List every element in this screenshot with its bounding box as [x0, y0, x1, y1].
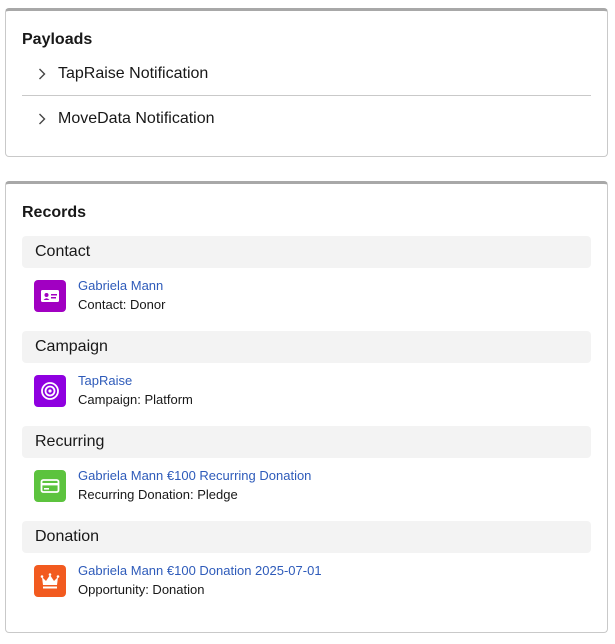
record-row-donation: Gabriela Mann €100 Donation 2025-07-01 O… — [34, 561, 322, 601]
record-row-recurring: Gabriela Mann €100 Recurring Donation Re… — [34, 466, 311, 506]
section-header-contact: Contact — [22, 236, 591, 268]
record-row-contact: Gabriela Mann Contact: Donor — [34, 276, 165, 316]
record-row-campaign: TapRaise Campaign: Platform — [34, 371, 193, 411]
accordion-tapraise-notification[interactable]: TapRaise Notification — [22, 52, 591, 96]
record-link-contact[interactable]: Gabriela Mann — [78, 277, 165, 295]
record-type-recurring: Recurring Donation: Pledge — [78, 487, 238, 502]
accordion-label: TapRaise Notification — [58, 64, 209, 82]
payloads-card: Payloads TapRaise Notification MoveData … — [5, 8, 608, 157]
record-link-recurring[interactable]: Gabriela Mann €100 Recurring Donation — [78, 467, 311, 485]
chevron-right-icon — [35, 67, 49, 81]
records-title: Records — [22, 204, 87, 221]
record-link-campaign[interactable]: TapRaise — [78, 372, 193, 390]
chevron-right-icon — [35, 112, 49, 126]
record-type-campaign: Campaign: Platform — [78, 392, 193, 407]
accordion-label: MoveData Notification — [58, 110, 215, 127]
crown-icon — [34, 565, 66, 597]
record-link-donation[interactable]: Gabriela Mann €100 Donation 2025-07-01 — [78, 562, 322, 580]
section-header-donation: Donation — [22, 521, 591, 553]
target-icon — [34, 375, 66, 407]
record-type-donation: Opportunity: Donation — [78, 582, 205, 597]
accordion-movedata-notification[interactable]: MoveData Notification — [22, 97, 591, 141]
payloads-title: Payloads — [22, 31, 93, 48]
record-type-contact: Contact: Donor — [78, 297, 166, 312]
section-header-recurring: Recurring — [22, 426, 591, 458]
credit-card-icon — [34, 470, 66, 502]
contact-card-icon — [34, 280, 66, 312]
section-header-campaign: Campaign — [22, 331, 591, 363]
records-card: Records Contact Gabriela Mann Contact: D… — [5, 181, 608, 633]
